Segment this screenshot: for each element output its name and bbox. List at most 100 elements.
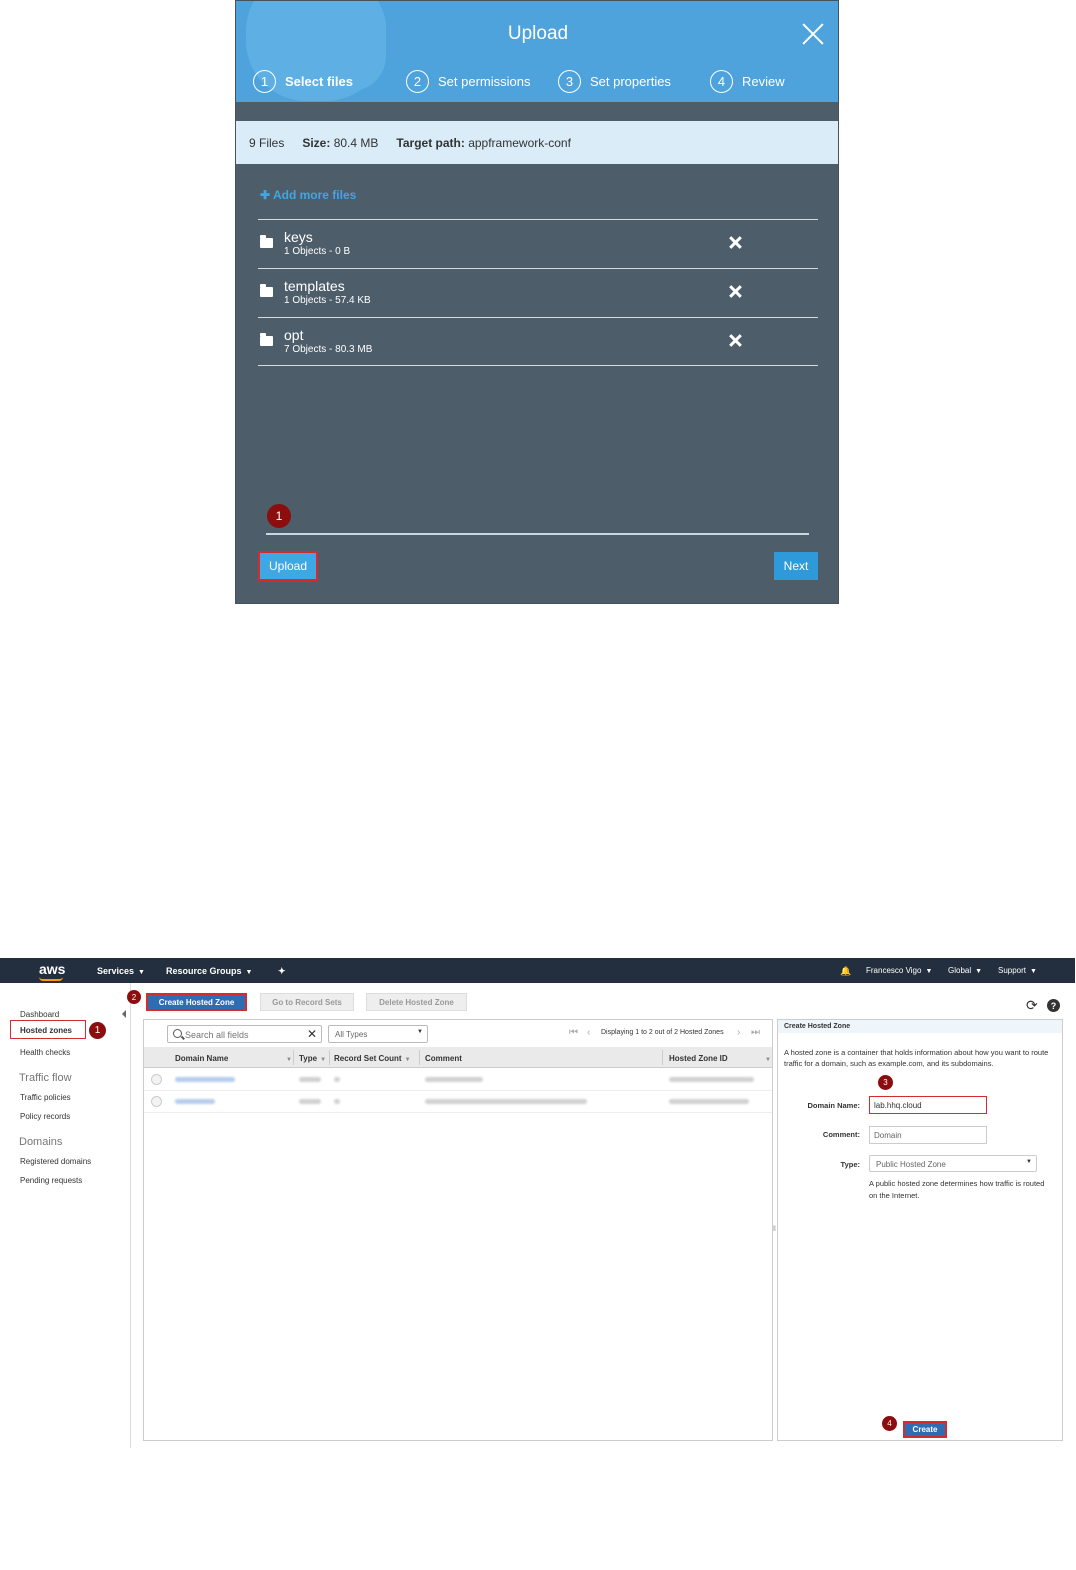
user-name: Francesco Vigo bbox=[866, 966, 922, 975]
step-number: 2 bbox=[406, 69, 429, 93]
step-number: 3 bbox=[558, 69, 581, 93]
row-radio[interactable] bbox=[151, 1096, 162, 1107]
chevron-down-icon: ▼ bbox=[925, 968, 933, 975]
sidebar-item-hosted-zones[interactable]: Hosted zones bbox=[10, 1020, 86, 1039]
services-menu[interactable]: Services ▼ bbox=[97, 966, 145, 976]
help-icon[interactable]: ? bbox=[1047, 999, 1060, 1012]
region-menu[interactable]: Global ▼ bbox=[948, 966, 982, 975]
divider bbox=[266, 533, 809, 535]
aws-logo[interactable]: aws bbox=[39, 961, 65, 977]
folder-meta: 1 Objects - 0 B bbox=[284, 246, 351, 257]
redacted-type bbox=[299, 1077, 321, 1082]
sidebar-item-dashboard[interactable]: Dashboard bbox=[20, 1010, 59, 1019]
redacted-domain-name bbox=[175, 1099, 215, 1104]
first-page-icon[interactable]: ⏮ bbox=[569, 1027, 578, 1039]
zone-type-select[interactable]: Public Hosted Zone ▼ bbox=[869, 1155, 1037, 1172]
upload-summary-bar: 9 Files Size: 80.4 MB Target path: appfr… bbox=[236, 121, 838, 164]
column-divider bbox=[662, 1050, 663, 1065]
create-hosted-zone-button[interactable]: Create Hosted Zone bbox=[146, 993, 247, 1011]
create-hosted-zone-panel: Create Hosted Zone A hosted zone is a co… bbox=[777, 1019, 1063, 1441]
step-badge: 2 bbox=[127, 990, 141, 1004]
create-button[interactable]: Create bbox=[903, 1421, 947, 1438]
chevron-down-icon: ▼ bbox=[1026, 1159, 1032, 1165]
last-page-icon[interactable]: ⏭ bbox=[751, 1027, 760, 1039]
redacted-count bbox=[334, 1077, 340, 1082]
route53-console: aws Services ▼ Resource Groups ▼ ✦ 🔔 Franc… bbox=[0, 958, 1076, 1448]
remove-icon[interactable] bbox=[729, 236, 743, 250]
sort-icon[interactable]: ▼ bbox=[283, 1054, 292, 1063]
sort-icon: ▼ bbox=[765, 1057, 771, 1063]
bell-icon[interactable]: 🔔 bbox=[840, 966, 851, 977]
go-to-record-sets-button[interactable]: Go to Record Sets bbox=[260, 993, 354, 1011]
next-button[interactable]: Next bbox=[774, 552, 818, 580]
step-select-files[interactable]: 1 Select files bbox=[253, 69, 353, 93]
clear-icon[interactable]: ✕ bbox=[307, 1027, 317, 1041]
col-domain-name[interactable]: Domain Name bbox=[175, 1054, 228, 1063]
step-set-properties[interactable]: 3 Set properties bbox=[558, 69, 671, 93]
add-more-files-link[interactable]: ✚ Add more files bbox=[260, 188, 356, 202]
redacted-comment bbox=[425, 1077, 483, 1082]
sidebar-item-policy-records[interactable]: Policy records bbox=[20, 1112, 70, 1121]
table-header: Domain Name ▼ Type ▼ Record Set Count ▼ Co… bbox=[144, 1047, 772, 1068]
domain-name-label: Domain Name: bbox=[807, 1101, 860, 1110]
step-review[interactable]: 4 Review bbox=[710, 69, 785, 93]
step-label: Select files bbox=[285, 73, 353, 89]
step-set-permissions[interactable]: 2 Set permissions bbox=[406, 69, 530, 93]
support-menu[interactable]: Support ▼ bbox=[998, 966, 1037, 975]
col-type[interactable]: Type ▼ bbox=[299, 1054, 326, 1063]
sidebar-item-registered-domains[interactable]: Registered domains bbox=[20, 1157, 91, 1166]
type-label: Type: bbox=[840, 1160, 860, 1169]
search-icon bbox=[173, 1029, 182, 1038]
col-hosted-zone-id[interactable]: Hosted Zone ID bbox=[669, 1054, 728, 1063]
col-record-set-count[interactable]: Record Set Count ▼ bbox=[334, 1054, 411, 1063]
pin-icon[interactable]: ✦ bbox=[278, 966, 286, 977]
size-label: Size: bbox=[302, 135, 331, 150]
sidebar-item-pending-requests[interactable]: Pending requests bbox=[20, 1176, 82, 1185]
step-number: 1 bbox=[253, 69, 276, 93]
table-row[interactable] bbox=[144, 1091, 772, 1113]
add-more-label: Add more files bbox=[272, 188, 357, 202]
upload-dialog: Upload 1 Select files 2 Set permissions … bbox=[235, 0, 839, 604]
step-label: Set permissions bbox=[438, 73, 531, 89]
column-divider bbox=[419, 1050, 420, 1065]
sidebar-item-traffic-policies[interactable]: Traffic policies bbox=[20, 1093, 71, 1102]
delete-hosted-zone-button[interactable]: Delete Hosted Zone bbox=[366, 993, 467, 1011]
panel-title: Create Hosted Zone bbox=[778, 1020, 1062, 1033]
remove-icon[interactable] bbox=[729, 334, 743, 348]
top-navbar: aws Services ▼ Resource Groups ▼ ✦ 🔔 Franc… bbox=[0, 958, 1075, 983]
next-page-icon[interactable]: › bbox=[737, 1027, 740, 1039]
collapse-sidebar-icon[interactable] bbox=[122, 1010, 126, 1018]
column-divider bbox=[293, 1050, 294, 1065]
column-menu-icon[interactable]: ▼ bbox=[762, 1054, 771, 1063]
resource-groups-label: Resource Groups bbox=[166, 966, 242, 976]
row-radio[interactable] bbox=[151, 1074, 162, 1085]
prev-page-icon[interactable]: ‹ bbox=[587, 1027, 590, 1039]
services-label: Services bbox=[97, 966, 135, 976]
column-divider bbox=[329, 1050, 330, 1065]
upload-button[interactable]: Upload bbox=[258, 551, 318, 581]
file-count: 9 Files bbox=[249, 135, 285, 150]
comment-label: Comment: bbox=[822, 1130, 860, 1139]
comment-input[interactable] bbox=[869, 1126, 987, 1144]
search-input[interactable] bbox=[185, 1029, 305, 1040]
size-value: 80.4 MB bbox=[333, 135, 379, 150]
col-comment[interactable]: Comment bbox=[425, 1054, 462, 1063]
column-label: Domain Name bbox=[175, 1054, 229, 1063]
type-filter-select[interactable]: All Types ▼ bbox=[328, 1025, 428, 1043]
folder-icon bbox=[260, 333, 273, 346]
sidebar: Dashboard Hosted zones Health checks Tra… bbox=[0, 983, 131, 1448]
user-menu[interactable]: Francesco Vigo ▼ bbox=[866, 966, 932, 975]
sidebar-section-traffic-flow: Traffic flow bbox=[19, 1072, 72, 1084]
list-item: keys 1 Objects - 0 B bbox=[258, 219, 818, 268]
plus-icon: ✚ bbox=[260, 188, 271, 202]
resource-groups-menu[interactable]: Resource Groups ▼ bbox=[166, 966, 252, 976]
panel-splitter-handle[interactable]: ‖ bbox=[773, 1226, 776, 1233]
refresh-icon[interactable]: ⟳ bbox=[1026, 998, 1038, 1012]
folder-name: keys bbox=[284, 229, 313, 245]
sidebar-item-health-checks[interactable]: Health checks bbox=[20, 1048, 70, 1057]
chevron-down-icon: ▼ bbox=[417, 1029, 423, 1035]
table-row[interactable] bbox=[144, 1069, 772, 1091]
domain-name-input[interactable] bbox=[869, 1096, 987, 1114]
remove-icon[interactable] bbox=[729, 285, 743, 299]
close-icon[interactable] bbox=[802, 23, 824, 45]
